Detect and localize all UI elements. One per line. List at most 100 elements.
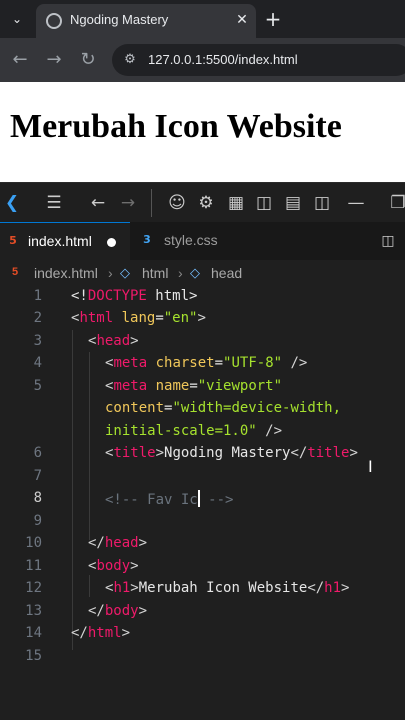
extensions-icon[interactable]: ▦ (224, 191, 248, 215)
line-number-current: 8 (33, 490, 42, 506)
code-token: html (79, 310, 114, 326)
indent-guide (89, 575, 90, 597)
code-token: body (104, 603, 139, 619)
code-token: "en" (163, 310, 198, 326)
gear-icon[interactable]: ⚙ (194, 191, 218, 215)
code-token: meta (113, 378, 148, 394)
close-icon[interactable]: ✕ (232, 10, 252, 30)
globe-icon (46, 13, 62, 29)
divider (151, 189, 152, 217)
menu-icon[interactable]: ☰ (42, 191, 66, 215)
breadcrumb-item-html[interactable]: html (142, 265, 168, 281)
reload-icon[interactable]: ↻ (76, 48, 100, 72)
code-line: </body> (88, 603, 148, 619)
chevron-right-icon: › (178, 265, 183, 281)
indent-guide (72, 330, 73, 650)
code-line: <body> (88, 558, 139, 574)
line-number: 7 (33, 468, 42, 484)
code-token: "UTF-8" (223, 355, 283, 371)
code-token: h1 (324, 580, 342, 596)
browser-nav-bar: ← → ↻ ⚙ 127.0.0.1:5500/index.html (0, 38, 405, 82)
tab-label: index.html (28, 233, 92, 249)
html5-icon: 5 (9, 234, 17, 247)
indent-guide (89, 352, 90, 540)
minimize-icon[interactable]: — (344, 191, 368, 215)
line-number: 9 (33, 513, 42, 529)
code-token: lang (121, 310, 156, 326)
vscode-title-bar: ❮ ☰ ← → ☺ ⚙ ▦ ◫ ▤ ◫ — ❐ (0, 182, 405, 222)
chevron-right-icon: › (108, 265, 113, 281)
code-token: head (104, 535, 139, 551)
account-icon[interactable]: ☺ (165, 191, 189, 215)
line-number: 13 (25, 603, 42, 619)
line-number: 3 (33, 333, 42, 349)
url-text[interactable]: 127.0.0.1:5500/index.html (148, 52, 298, 67)
line-number: 15 (25, 648, 42, 664)
code-comment: <!-- Fav Ic (105, 492, 198, 508)
page-heading: Merubah Icon Website (10, 108, 342, 145)
restore-icon[interactable]: ❐ (386, 191, 405, 215)
line-number: 11 (25, 558, 42, 574)
code-editor[interactable]: 1 2 3 4 5 6 7 8 9 10 11 12 13 14 15 <!DO… (0, 286, 405, 720)
code-token: html (87, 625, 122, 641)
page-viewport: Merubah Icon Website (0, 82, 405, 182)
line-number: 12 (25, 580, 42, 596)
tab-style-css[interactable]: 3 style.css (130, 222, 262, 260)
line-number: 6 (33, 445, 42, 461)
toggle-secondary-sidebar-icon[interactable]: ◫ (310, 191, 334, 215)
breadcrumb: 5 index.html › ◇ html › ◇ head (0, 260, 405, 286)
code-token: "width=device-width, (172, 400, 342, 416)
code-token: title (307, 445, 350, 461)
code-line: <meta charset="UTF-8" /> (105, 355, 308, 371)
code-line: <head> (88, 333, 139, 349)
code-line: </head> (88, 535, 148, 551)
arrow-right-icon[interactable]: → (42, 48, 66, 72)
browser-tab[interactable]: Ngoding Mastery ✕ (36, 4, 256, 38)
code-token: h1 (113, 580, 131, 596)
code-token: content (105, 400, 165, 416)
code-line: <!DOCTYPE html> (71, 288, 197, 304)
code-line: <html lang="en"> (71, 310, 206, 326)
arrow-left-icon[interactable]: ← (8, 48, 32, 72)
mouse-ibeam-icon: I (368, 457, 373, 476)
tune-icon[interactable]: ⚙ (120, 50, 140, 70)
toggle-sidebar-icon[interactable]: ◫ (252, 191, 276, 215)
code-token: body (96, 558, 131, 574)
address-bar[interactable]: ⚙ 127.0.0.1:5500/index.html (112, 44, 405, 76)
breadcrumb-item-file[interactable]: index.html (34, 265, 98, 281)
code-token: title (113, 445, 156, 461)
arrow-left-icon[interactable]: ← (86, 191, 110, 215)
code-comment: --> (199, 492, 234, 508)
code-token: /> (256, 423, 283, 439)
breadcrumb-item-head[interactable]: head (211, 265, 242, 281)
unsaved-dot-icon[interactable] (107, 238, 116, 247)
cube-icon: ◇ (120, 265, 130, 280)
code-token: "viewport" (197, 378, 283, 394)
plus-icon[interactable]: + (262, 8, 284, 30)
line-number: 2 (33, 310, 42, 326)
line-number: 5 (33, 378, 42, 394)
chevron-down-icon[interactable]: ⌄ (6, 8, 28, 30)
editor-tab-bar: 5 index.html 3 style.css ◫ (0, 222, 405, 260)
code-line: <h1>Merubah Icon Website</h1> (105, 580, 350, 596)
code-token: meta (113, 355, 148, 371)
code-token: /> (282, 355, 308, 371)
tab-index-html[interactable]: 5 index.html (0, 222, 130, 260)
code-line-wrap: initial-scale=1.0" /> (105, 423, 282, 439)
arrow-right-icon[interactable]: → (116, 191, 140, 215)
code-token: name (155, 378, 190, 394)
line-number: 4 (33, 355, 42, 371)
css3-icon: 3 (143, 233, 151, 246)
code-token: <! (71, 288, 88, 304)
code-token: Merubah Icon Website (138, 580, 308, 596)
code-line: <meta name="viewport" (105, 378, 283, 394)
code-token: > (189, 288, 198, 304)
browser-tab-title: Ngoding Mastery (70, 12, 169, 27)
code-line: </html> (71, 625, 131, 641)
split-editor-icon[interactable]: ◫ (378, 231, 398, 251)
line-number: 14 (25, 625, 42, 641)
code-token: charset (155, 355, 215, 371)
toggle-panel-icon[interactable]: ▤ (281, 191, 305, 215)
code-token: DOCTYPE (87, 288, 147, 304)
code-token: initial-scale=1.0" (105, 423, 257, 439)
